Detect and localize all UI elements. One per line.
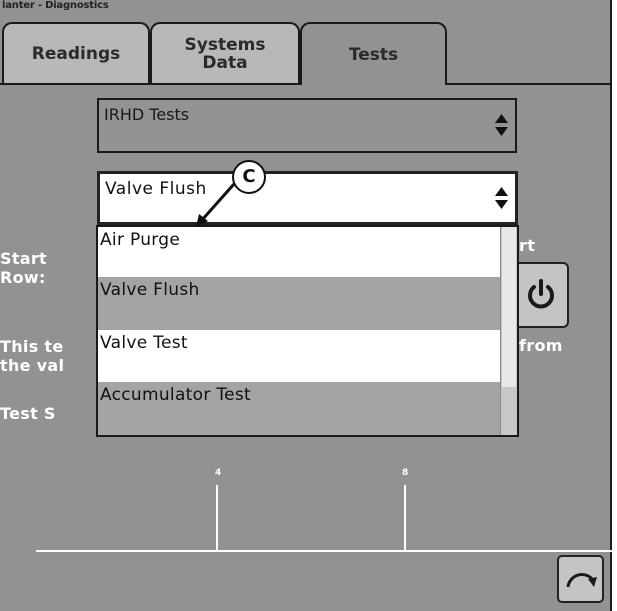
window-title: lanter - Diagnostics (2, 0, 109, 11)
tab-systems-data[interactable]: Systems Data (150, 22, 300, 84)
tick-label: 4 (215, 468, 222, 478)
chart-baseline (36, 550, 612, 552)
dropdown-scroll-thumb[interactable] (502, 227, 516, 387)
start-row-label: Start Row: (0, 249, 48, 287)
test-select[interactable]: Valve Flush (97, 171, 518, 225)
tick-line (404, 485, 406, 551)
refresh-icon (566, 573, 597, 588)
test-type-value: IRHD Tests (104, 105, 190, 124)
power-icon (528, 279, 554, 309)
tab-tests[interactable]: Tests (300, 22, 447, 85)
up-down-spinner-icon[interactable] (495, 114, 508, 136)
test-status-chart: 4 8 (0, 440, 612, 611)
callout-arrow (196, 183, 236, 227)
dropdown-option-air-purge[interactable]: Air Purge (98, 227, 501, 280)
dropdown-option-valve-flush[interactable]: Valve Flush (98, 277, 501, 330)
up-down-spinner-icon[interactable] (495, 187, 508, 209)
diagnostics-screen: lanter - Diagnostics Readings Systems Da… (0, 0, 617, 611)
callout-label: C (232, 160, 266, 194)
refresh-button[interactable] (557, 555, 604, 603)
test-description-text: This te the val (0, 337, 65, 375)
tab-readings[interactable]: Readings (2, 22, 150, 84)
test-status-label: Test S (0, 404, 56, 423)
tab-systems-data-label: Systems Data (184, 35, 266, 73)
test-description-text-right: from (519, 336, 563, 355)
dropdown-scrollbar[interactable] (500, 227, 517, 435)
start-test-button[interactable] (513, 262, 569, 328)
dropdown-option-accumulator-test[interactable]: Accumulator Test (98, 382, 501, 435)
tick-label: 8 (402, 468, 409, 478)
test-type-select[interactable]: IRHD Tests (97, 98, 517, 153)
dropdown-option-valve-test[interactable]: Valve Test (98, 330, 501, 383)
test-dropdown-list[interactable]: Air Purge Valve Flush Valve Test Accumul… (96, 225, 519, 437)
start-button-label: rt (519, 236, 536, 255)
diagnostics-panel: lanter - Diagnostics Readings Systems Da… (0, 0, 612, 611)
tick-line (216, 485, 218, 551)
